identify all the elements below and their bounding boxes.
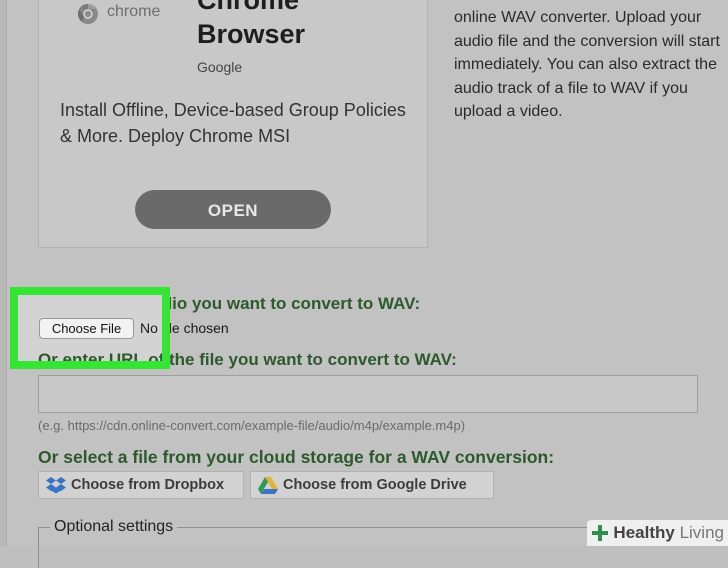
converter-description: online WAV converter. Upload your audio … [454, 9, 720, 120]
chrome-wordmark: chrome [107, 3, 161, 20]
choose-from-google-drive-button[interactable]: Choose from Google Drive [250, 471, 494, 499]
watermark-word1: Healthy [613, 523, 675, 542]
optional-settings-label[interactable]: Optional settings [50, 518, 178, 536]
open-button[interactable]: OPEN [135, 190, 331, 229]
ad-brand: Google [197, 59, 243, 75]
dropbox-label: Choose from Dropbox [71, 477, 225, 493]
page: chrome Chrome Browser Google Install Off… [0, 0, 728, 568]
cloud-heading: Or select a file from your cloud storage… [38, 447, 555, 467]
google-drive-icon [258, 477, 278, 494]
ad-card[interactable]: chrome Chrome Browser Google Install Off… [38, 0, 428, 248]
healthy-living-watermark: Healthy Living [587, 520, 728, 546]
url-hint: (e.g. https://cdn.online-convert.com/exa… [38, 418, 466, 433]
ad-title[interactable]: Chrome Browser [197, 0, 305, 51]
watermark-word2: Living [679, 523, 724, 542]
chrome-logo-icon [78, 3, 98, 24]
choose-from-dropbox-button[interactable]: Choose from Dropbox [38, 471, 244, 499]
dropbox-icon [46, 477, 66, 494]
left-rail [0, 0, 7, 546]
google-drive-label: Choose from Google Drive [283, 477, 467, 493]
ad-description: Install Offline, Device-based Group Poli… [60, 100, 406, 146]
highlight-box [10, 287, 170, 369]
url-input[interactable] [38, 375, 698, 413]
healthy-living-plus-icon [592, 525, 609, 541]
